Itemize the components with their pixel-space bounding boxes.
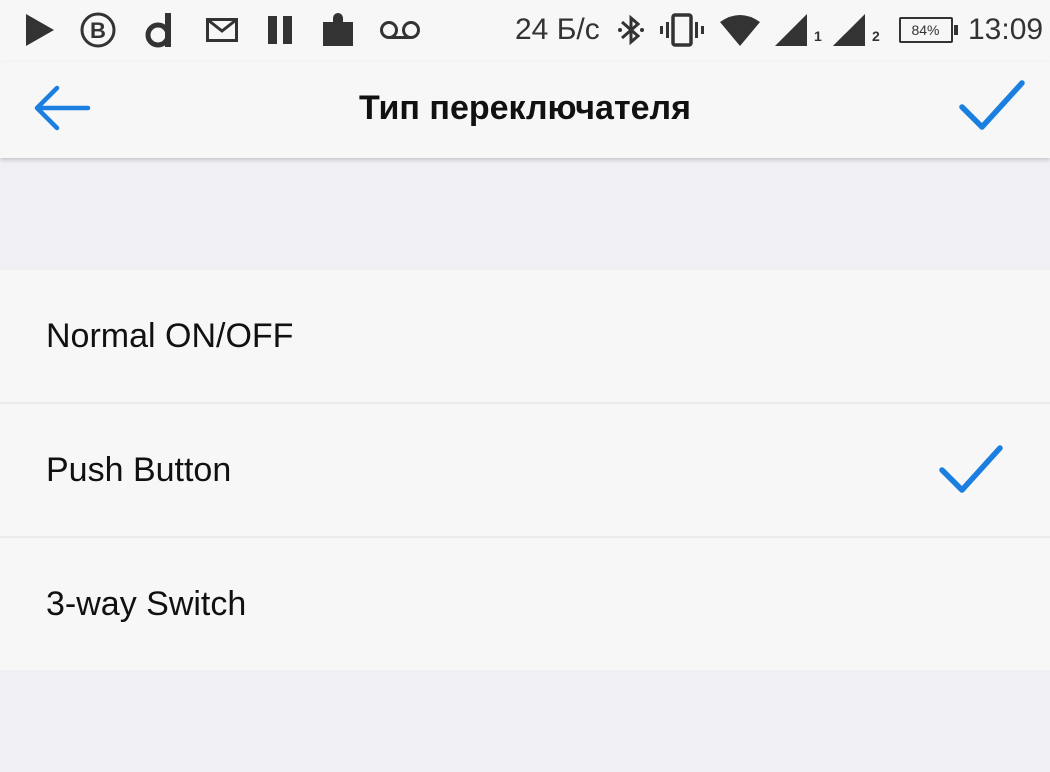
option-3-way-switch[interactable]: 3-way Switch (0, 538, 1050, 670)
pause-icon (262, 10, 298, 50)
navigation-bar: Тип переключателя (0, 62, 1050, 158)
bitcoin-icon: B (76, 10, 120, 50)
sim2-label: 2 (872, 28, 880, 44)
extension-icon (318, 10, 360, 50)
battery-level: 84% (911, 22, 940, 38)
option-label: 3-way Switch (46, 585, 247, 623)
bluetooth-icon (614, 10, 648, 50)
status-bar: B 24 Б/с 1 2 84% 13:09 (0, 0, 1050, 62)
signal-icon (772, 10, 812, 50)
option-push-button[interactable]: Push Button (0, 404, 1050, 538)
mail-icon (204, 10, 240, 50)
option-normal-on-off[interactable]: Normal ON/OFF (0, 270, 1050, 404)
done-button[interactable] (954, 72, 1030, 142)
page-title: Тип переключателя (359, 89, 691, 127)
play-icon (22, 10, 58, 50)
net-speed: 24 Б/с (515, 13, 600, 46)
clock: 13:09 (968, 13, 1044, 46)
sim1-label: 1 (814, 28, 822, 44)
voicemail-icon (378, 10, 422, 50)
svg-text:B: B (90, 18, 106, 43)
battery-icon: 84% (898, 10, 958, 50)
option-label: Push Button (46, 451, 232, 489)
wifi-icon (718, 10, 762, 50)
d-app-icon (142, 10, 178, 50)
checkmark-icon (958, 77, 1026, 138)
switch-type-list: Normal ON/OFF Push Button 3-way Switch (0, 270, 1050, 670)
signal-icon (830, 10, 870, 50)
vibrate-icon (658, 10, 706, 50)
option-label: Normal ON/OFF (46, 317, 294, 355)
checkmark-icon (938, 442, 1004, 498)
